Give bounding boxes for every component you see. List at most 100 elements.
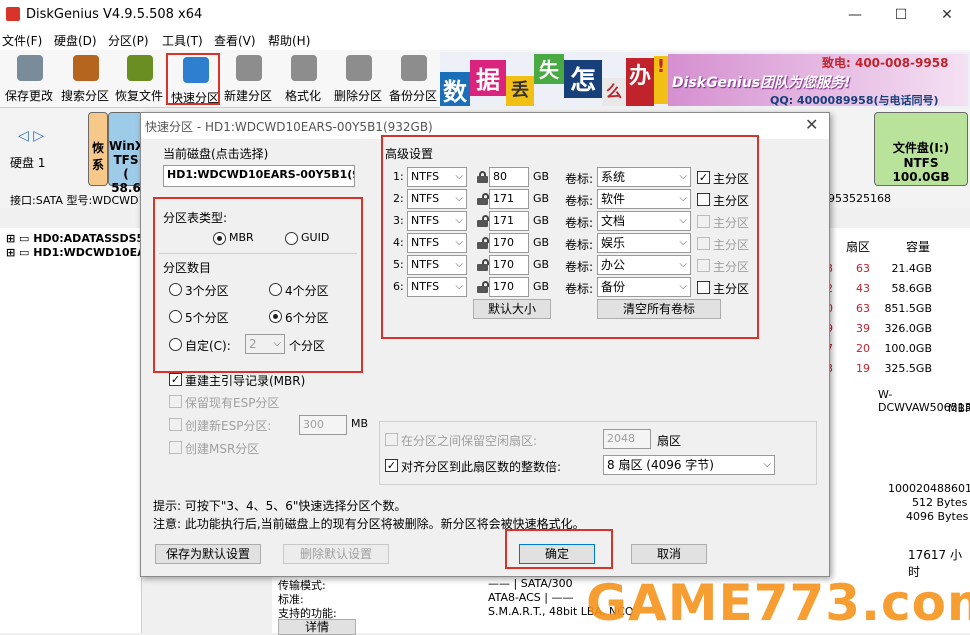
lock-body [477, 286, 488, 293]
create-esp-checkbox[interactable] [169, 418, 182, 431]
standard-value: ATA8-ACS | —— [488, 591, 574, 604]
menu-tools[interactable]: 工具(T) [162, 32, 203, 49]
size-input[interactable]: 80 [489, 167, 529, 187]
volume-label-select[interactable]: 文档 ⌵ [597, 211, 691, 231]
size-input[interactable]: 171 [489, 189, 529, 209]
save-default-button[interactable]: 保存为默认设置 [155, 544, 261, 564]
menu-help[interactable]: 帮助(H) [268, 32, 310, 49]
size-input[interactable]: 171 [489, 211, 529, 231]
custom-count-radio[interactable] [169, 338, 182, 351]
unlock-icon[interactable] [477, 237, 489, 249]
tree-item-hd0[interactable]: ⊞ ▭ HD0:ADATASSDS5 [6, 232, 144, 245]
maximize-button[interactable]: ☐ [878, 0, 924, 30]
fs-select[interactable]: NTFS ⌵ [407, 233, 467, 253]
fs-select[interactable]: NTFS ⌵ [407, 167, 467, 187]
fs-select[interactable]: NTFS ⌵ [407, 189, 467, 209]
volume-label-value: 系统 [601, 170, 626, 184]
unlock-icon[interactable] [477, 259, 489, 271]
volume-label-caption: 卷标: [565, 216, 594, 230]
size-input[interactable]: 170 [489, 233, 529, 253]
create-msr-checkbox[interactable] [169, 441, 182, 454]
primary-checkbox[interactable] [697, 259, 710, 272]
lock-body [477, 242, 488, 249]
partition-number: 3: [393, 214, 404, 227]
close-button[interactable]: ✕ [924, 0, 970, 30]
count-5-radio[interactable] [169, 310, 182, 323]
dialog-close-icon[interactable]: ✕ [805, 115, 818, 134]
app-logo-icon [6, 7, 20, 21]
window-title: DiskGenius V4.9.5.508 x64 [26, 7, 203, 22]
delete-default-button[interactable]: 删除默认设置 [283, 544, 389, 564]
rebuild-mbr-checkbox[interactable]: ✓ [169, 373, 182, 386]
menu-file[interactable]: 文件(F) [2, 32, 42, 49]
partition-number: 4: [393, 236, 404, 249]
toolbar-button-5[interactable]: 新建分区 [221, 53, 275, 105]
reserve-free-checkbox[interactable] [385, 433, 398, 446]
menu-disk[interactable]: 硬盘(D) [54, 32, 97, 49]
unlock-icon[interactable] [477, 215, 489, 227]
primary-checkbox[interactable] [697, 193, 710, 206]
fs-select[interactable]: NTFS ⌵ [407, 255, 467, 275]
primary-checkbox[interactable]: ✓ [697, 171, 710, 184]
toolbar-button-7[interactable]: 删除分区 [331, 53, 385, 105]
primary-checkbox[interactable] [697, 281, 710, 294]
volume-label-select[interactable]: 办公 ⌵ [597, 255, 691, 275]
partition-row: 5: NTFS ⌵ 170 GB 卷标: 办公 ⌵ 主分区 [141, 255, 761, 277]
fs-select[interactable]: NTFS ⌵ [407, 277, 467, 297]
toolbar-button-3[interactable]: 恢复文件 [112, 53, 166, 105]
lock-icon[interactable] [477, 171, 488, 183]
reserve-free-label: 在分区之间保留空闲扇区: [401, 434, 538, 448]
lock-body [477, 198, 488, 205]
align-checkbox[interactable]: ✓ [385, 459, 398, 472]
size-input[interactable]: 170 [489, 277, 529, 297]
volume-label-select[interactable]: 娱乐 ⌵ [597, 233, 691, 253]
primary-checkbox[interactable] [697, 215, 710, 228]
table-cell: 851.5GB [884, 302, 932, 315]
fs-select[interactable]: NTFS ⌵ [407, 211, 467, 231]
disk-label: 硬盘 1 [10, 156, 46, 170]
fs-value: NTFS [411, 280, 440, 293]
volume-label-select[interactable]: 软件 ⌵ [597, 189, 691, 209]
volume-label-select[interactable]: 系统 ⌵ [597, 167, 691, 187]
ad-tile: 失 [534, 54, 564, 84]
ok-button[interactable]: 确定 [519, 544, 595, 564]
cancel-button[interactable]: 取消 [631, 544, 707, 564]
volume-label-value: 办公 [601, 258, 626, 272]
menu-view[interactable]: 查看(V) [214, 32, 256, 49]
esp-size-input[interactable]: 300 [299, 415, 347, 435]
align-select[interactable]: 8 扇区 (4096 字节) ⌵ [603, 455, 775, 475]
ad-banner[interactable]: 数 据 丢 失 怎 么 办 ! DiskGenius团队为您服务! 致电: 40… [440, 52, 970, 108]
unlock-icon[interactable] [477, 281, 489, 293]
volume-label-select[interactable]: 备份 ⌵ [597, 277, 691, 297]
toolbar-button-4[interactable]: 快速分区 [166, 53, 220, 105]
count-6-radio[interactable] [269, 310, 282, 323]
volume-label-value: 文档 [601, 214, 626, 228]
toolbar-button-label: 搜索分区 [60, 89, 109, 103]
column-header: 容量 [906, 240, 931, 254]
partition-block[interactable]: WinX TFS ( 58.6 [108, 112, 144, 195]
primary-label: 主分区 [713, 194, 750, 208]
clear-labels-button[interactable]: 清空所有卷标 [597, 299, 721, 319]
custom-count-label: 自定(C): [185, 339, 231, 353]
keep-esp-checkbox[interactable] [169, 395, 182, 408]
chevron-down-icon: ⌵ [679, 237, 687, 248]
toolbar-button-2[interactable]: 搜索分区 [58, 53, 112, 105]
primary-checkbox[interactable] [697, 237, 710, 250]
minimize-button[interactable]: — [832, 0, 878, 30]
partition-block-files[interactable]: 文件盘(I:) NTFS 100.0GB [874, 112, 968, 186]
partition-block[interactable]: 恢系 [88, 112, 108, 186]
tree-item-hd1[interactable]: ⊞ ▭ HD1:WDCWD10EAR [6, 246, 154, 259]
reserve-free-input[interactable]: 2048 [603, 429, 651, 449]
default-size-button[interactable]: 默认大小 [473, 299, 551, 319]
toolbar-button-1[interactable]: 保存更改 [2, 53, 56, 105]
size-input[interactable]: 170 [489, 255, 529, 275]
chevron-down-icon: ⌵ [679, 193, 687, 204]
menu-partition[interactable]: 分区(P) [108, 32, 149, 49]
chevron-down-icon: ⌵ [455, 237, 463, 248]
custom-count-select[interactable]: 2 ⌵ [245, 334, 285, 354]
quick-partition-disc-icon [183, 57, 209, 83]
toolbar-button-8[interactable]: 备份分区 [386, 53, 440, 105]
unlock-icon[interactable] [477, 193, 489, 205]
disk-nav-arrows[interactable]: ◁ ▷ [18, 128, 44, 144]
toolbar-button-6[interactable]: 格式化 [276, 53, 330, 105]
